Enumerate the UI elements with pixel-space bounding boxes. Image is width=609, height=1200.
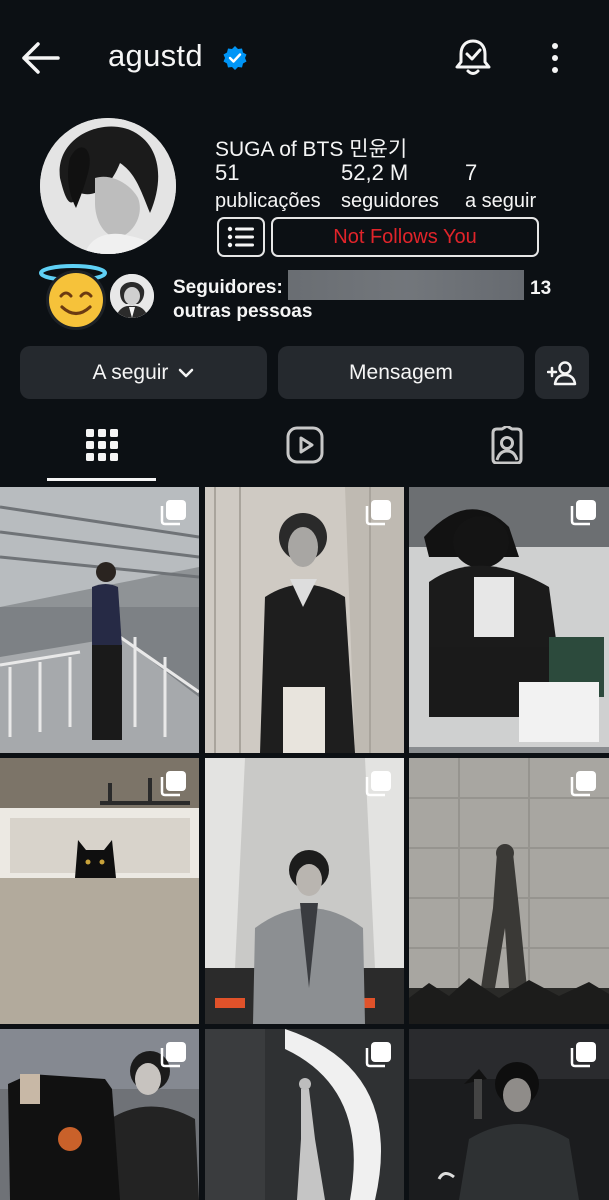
profile-username: agustd	[108, 38, 203, 73]
profile-full-name: SUGA of BTS 민윤기	[215, 138, 408, 161]
followed-by-count[interactable]: 13	[530, 278, 551, 300]
followers-stat[interactable]: 52,2 M seguidores	[341, 160, 439, 213]
top-bar: agustd	[0, 0, 609, 115]
carousel-icon	[365, 771, 391, 797]
posts-stat[interactable]: 51 publicações	[215, 160, 321, 213]
posts-count: 51	[215, 160, 240, 185]
notification-bell-icon[interactable]	[452, 36, 494, 78]
followers-label: seguidores	[341, 190, 439, 212]
carousel-icon	[570, 1042, 596, 1068]
tab-reels[interactable]	[250, 410, 359, 480]
back-arrow-icon[interactable]	[18, 38, 62, 78]
following-button[interactable]: A seguir	[20, 346, 267, 399]
carousel-icon	[570, 771, 596, 797]
message-button-label: Mensagem	[349, 360, 453, 384]
add-user-icon	[547, 360, 577, 385]
selected-tab-indicator	[47, 478, 156, 481]
profile-photo	[40, 118, 176, 254]
carousel-icon	[160, 771, 186, 797]
follower-avatar[interactable]	[108, 272, 156, 320]
carousel-icon	[365, 1042, 391, 1068]
following-button-label: A seguir	[92, 360, 169, 384]
posts-label: publicações	[215, 190, 321, 212]
list-menu-button[interactable]	[217, 217, 265, 257]
tagged-icon	[491, 426, 522, 464]
follower-photo	[110, 274, 154, 318]
list-icon	[227, 226, 254, 248]
verified-badge-icon	[223, 46, 247, 70]
followed-by-label[interactable]: Seguidores:	[173, 277, 283, 299]
chevron-down-icon	[179, 368, 194, 377]
more-options-icon[interactable]	[540, 40, 570, 76]
follow-status-button[interactable]: Not Follows You	[271, 217, 539, 257]
message-button[interactable]: Mensagem	[278, 346, 524, 399]
followed-by-others[interactable]: outras pessoas	[173, 301, 312, 323]
following-stat[interactable]: 7 a seguir	[465, 160, 536, 213]
tab-tagged[interactable]	[452, 410, 561, 480]
carousel-icon	[570, 500, 596, 526]
grid-icon	[85, 429, 118, 461]
blurred-follower-names	[288, 270, 524, 300]
reels-icon	[286, 426, 323, 464]
profile-avatar[interactable]	[40, 118, 176, 254]
followers-count: 52,2 M	[341, 160, 409, 185]
carousel-icon	[160, 1042, 186, 1068]
suggested-users-button[interactable]	[535, 346, 589, 399]
following-label: a seguir	[465, 190, 537, 212]
halo-smiley-emoji-icon	[39, 264, 107, 330]
carousel-icon	[365, 500, 391, 526]
tab-posts-grid[interactable]	[47, 410, 156, 480]
following-count: 7	[465, 160, 478, 185]
carousel-icon	[160, 500, 186, 526]
